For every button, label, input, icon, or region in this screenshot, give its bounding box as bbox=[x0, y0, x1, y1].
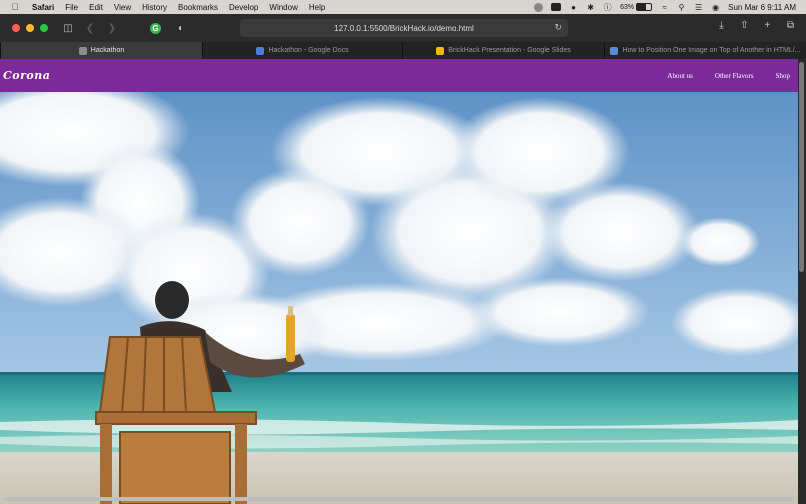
menu-help[interactable]: Help bbox=[309, 3, 325, 12]
battery-indicator[interactable]: 63% bbox=[620, 3, 653, 11]
info-icon[interactable]: ⓘ bbox=[603, 3, 612, 12]
tab-label: How to Position One Image on Top of Anot… bbox=[622, 47, 801, 54]
wifi-icon[interactable]: ≈ bbox=[660, 3, 669, 12]
bottle-icon bbox=[286, 314, 295, 362]
bluetooth-icon[interactable]: ✱ bbox=[586, 3, 595, 12]
share-icon[interactable]: ⇧ bbox=[739, 20, 750, 31]
google-slides-icon bbox=[436, 46, 445, 55]
menu-view[interactable]: View bbox=[114, 3, 131, 12]
nav-shop-link[interactable]: Shop bbox=[776, 72, 790, 80]
horizontal-scrollbar[interactable] bbox=[4, 497, 794, 501]
menu-history[interactable]: History bbox=[142, 3, 167, 12]
reload-icon[interactable]: ↻ bbox=[554, 22, 562, 33]
menu-datetime[interactable]: Sun Mar 6 9:11 AM bbox=[728, 3, 796, 12]
macos-menu-bar:  Safari File Edit View History Bookmark… bbox=[0, 0, 806, 14]
browser-toolbar: ◫ ❮ ❯ G ◐ 127.0.0.1:5500/BrickHack.io/de… bbox=[0, 14, 806, 42]
site-nav-links: About us Other Flavors Shop bbox=[667, 59, 790, 92]
spotlight-search-icon[interactable]: ⚲ bbox=[677, 3, 686, 12]
record-status-icon[interactable] bbox=[534, 2, 544, 12]
menu-file[interactable]: File bbox=[65, 3, 78, 12]
minimize-window-button[interactable] bbox=[26, 24, 34, 32]
tab-label: Hackathon - Google Docs bbox=[268, 47, 349, 54]
downloads-icon[interactable]: ⤓ bbox=[716, 20, 727, 31]
nav-about-us-link[interactable]: About us bbox=[667, 72, 692, 80]
forward-icon[interactable]: ❯ bbox=[106, 23, 118, 34]
tab-hackathon[interactable]: Hackathon bbox=[0, 42, 202, 59]
screen-share-icon[interactable] bbox=[551, 3, 562, 11]
google-docs-icon bbox=[256, 46, 265, 55]
nav-other-flavors-link[interactable]: Other Flavors bbox=[715, 72, 754, 80]
menu-app-safari[interactable]: Safari bbox=[32, 3, 54, 12]
battery-icon bbox=[636, 3, 653, 11]
tab-overview-icon[interactable]: ⧉ bbox=[785, 20, 796, 31]
tab-how-to-position[interactable]: How to Position One Image on Top of Anot… bbox=[604, 42, 806, 59]
tab-label: BrickHack Presentation - Google Slides bbox=[448, 47, 571, 54]
tab-google-slides[interactable]: BrickHack Presentation - Google Slides bbox=[402, 42, 604, 59]
privacy-shield-icon[interactable]: ◐ bbox=[175, 23, 187, 34]
battery-percent: 63% bbox=[620, 3, 635, 11]
apple-icon[interactable]:  bbox=[10, 2, 20, 12]
app-status-icon[interactable]: ● bbox=[569, 3, 578, 12]
tab-label: Hackathon bbox=[90, 47, 125, 54]
control-center-icon[interactable]: ☰ bbox=[694, 3, 703, 12]
back-icon[interactable]: ❮ bbox=[84, 23, 96, 34]
menu-develop[interactable]: Develop bbox=[229, 3, 258, 12]
tab-favicon bbox=[78, 46, 87, 55]
menu-edit[interactable]: Edit bbox=[89, 3, 103, 12]
url-text: 127.0.0.1:5500/BrickHack.io/demo.html bbox=[334, 23, 474, 33]
new-tab-icon[interactable]: + bbox=[762, 20, 773, 31]
corona-logo[interactable]: Corona bbox=[3, 69, 50, 82]
sidebar-toggle-icon[interactable]: ◫ bbox=[62, 23, 74, 34]
menu-bookmarks[interactable]: Bookmarks bbox=[178, 3, 218, 12]
webpage-icon bbox=[610, 46, 619, 55]
tab-bar: Hackathon Hackathon - Google Docs BrickH… bbox=[0, 42, 806, 60]
webpage-viewport: Corona About us Other Flavors Shop bbox=[0, 59, 798, 504]
menu-window[interactable]: Window bbox=[269, 3, 297, 12]
tab-google-docs[interactable]: Hackathon - Google Docs bbox=[202, 42, 402, 59]
address-bar[interactable]: 127.0.0.1:5500/BrickHack.io/demo.html ↻ bbox=[240, 19, 568, 37]
hero-beach-image bbox=[0, 92, 798, 504]
head bbox=[155, 281, 189, 319]
window-controls bbox=[12, 24, 48, 32]
zoom-window-button[interactable] bbox=[40, 24, 48, 32]
grammarly-extension-icon[interactable]: G bbox=[150, 22, 161, 34]
battery-fill bbox=[637, 4, 646, 10]
close-window-button[interactable] bbox=[12, 24, 20, 32]
siri-icon[interactable]: ◉ bbox=[711, 3, 720, 12]
vertical-scrollbar-thumb[interactable] bbox=[799, 62, 804, 272]
site-navbar: Corona About us Other Flavors Shop bbox=[0, 59, 798, 92]
